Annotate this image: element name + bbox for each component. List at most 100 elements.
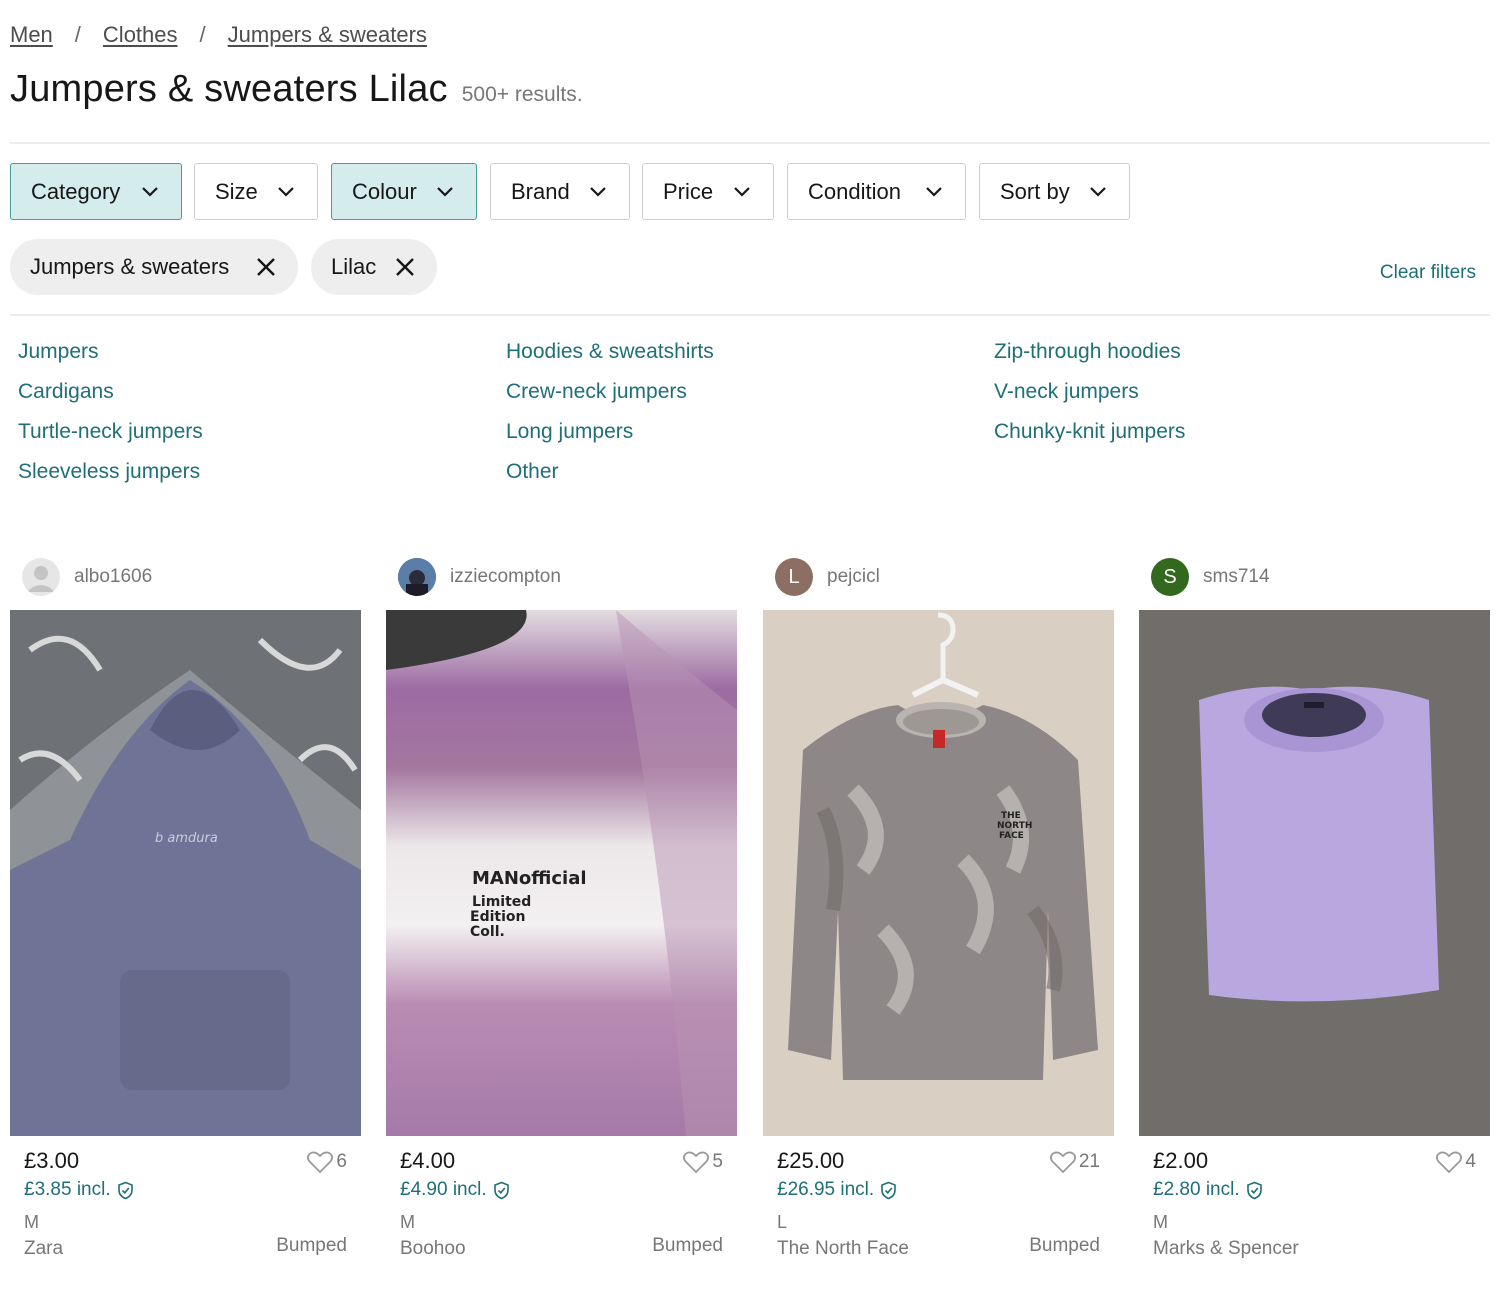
favourite-button[interactable]: 6 xyxy=(306,1150,347,1174)
filter-brand-button[interactable]: Brand xyxy=(490,163,630,220)
breadcrumb-separator: / xyxy=(199,22,206,47)
subcategory-link[interactable]: Long jumpers xyxy=(506,420,633,444)
item-size: M xyxy=(400,1212,415,1232)
filter-category-button[interactable]: Category xyxy=(10,163,182,220)
chevron-down-icon xyxy=(1090,187,1106,197)
results-count: 500+ results. xyxy=(461,83,583,106)
close-icon[interactable] xyxy=(393,255,417,279)
price-incl-protection[interactable]: £4.90 incl. xyxy=(400,1179,510,1201)
subcategory-link[interactable]: Crew-neck jumpers xyxy=(506,380,687,404)
seller-info[interactable]: izziecompton xyxy=(398,558,561,596)
print-text: Limited xyxy=(472,894,531,910)
avatar-letter: L xyxy=(788,565,800,588)
favourite-button[interactable]: 21 xyxy=(1049,1150,1100,1174)
seller-username: sms714 xyxy=(1203,566,1270,587)
lilac-jumper-photo xyxy=(1139,610,1490,1136)
close-icon[interactable] xyxy=(254,255,278,279)
item-price: £2.00 xyxy=(1153,1148,1209,1173)
svg-text:FACE: FACE xyxy=(999,831,1024,841)
likes-count: 5 xyxy=(712,1151,723,1172)
filter-label: Category xyxy=(31,178,121,204)
chip-jumpers-sweaters: Jumpers & sweaters xyxy=(10,239,298,295)
item-price: £3.00 xyxy=(24,1148,80,1173)
chip-label: Jumpers & sweaters xyxy=(30,254,230,279)
breadcrumb: Men / Clothes / Jumpers & sweaters xyxy=(10,22,427,48)
shield-check-icon xyxy=(1246,1181,1262,1199)
filter-label: Colour xyxy=(352,178,417,204)
item-photo[interactable]: THE NORTH FACE xyxy=(763,610,1114,1136)
sort-by-button[interactable]: Sort by xyxy=(979,163,1130,220)
filter-label: Condition xyxy=(808,178,901,204)
seller-username: izziecompton xyxy=(450,566,561,587)
price-incl-protection[interactable]: £26.95 incl. xyxy=(777,1179,897,1201)
filter-label: Sort by xyxy=(1000,178,1070,204)
seller-info[interactable]: L pejcicl xyxy=(775,558,880,596)
divider xyxy=(10,142,1490,144)
avatar xyxy=(398,558,436,596)
seller-info[interactable]: S sms714 xyxy=(1151,558,1270,596)
clear-filters-link[interactable]: Clear filters xyxy=(1380,262,1476,284)
page-title: Jumpers & sweaters Lilac xyxy=(10,68,448,110)
breadcrumb-clothes[interactable]: Clothes xyxy=(103,22,178,48)
subcategory-link[interactable]: Zip-through hoodies xyxy=(994,340,1181,364)
chevron-down-icon xyxy=(734,187,750,197)
filter-size-button[interactable]: Size xyxy=(194,163,318,220)
item-photo[interactable] xyxy=(1139,610,1490,1136)
subcategory-link[interactable]: Sleeveless jumpers xyxy=(18,460,200,484)
favourite-button[interactable]: 5 xyxy=(682,1150,723,1174)
avatar: L xyxy=(775,558,813,596)
price-incl-protection[interactable]: £3.85 incl. xyxy=(24,1179,134,1201)
chevron-down-icon xyxy=(278,187,294,197)
item-brand: Marks & Spencer xyxy=(1153,1238,1299,1259)
likes-count: 4 xyxy=(1465,1151,1476,1172)
chevron-down-icon xyxy=(926,187,942,197)
shield-check-icon xyxy=(493,1181,509,1199)
profile-photo-icon xyxy=(398,558,436,596)
item-price: £4.00 xyxy=(400,1148,456,1173)
subcategory-link[interactable]: Hoodies & sweatshirts xyxy=(506,340,714,364)
avatar xyxy=(22,558,60,596)
subcategory-link[interactable]: Chunky-knit jumpers xyxy=(994,420,1185,444)
breadcrumb-jumpers-sweaters[interactable]: Jumpers & sweaters xyxy=(228,22,427,48)
bumped-status: Bumped xyxy=(652,1235,723,1256)
seller-info[interactable]: albo1606 xyxy=(22,558,152,596)
breadcrumb-separator: / xyxy=(74,22,81,47)
bumped-status: Bumped xyxy=(276,1235,347,1256)
subcategory-link[interactable]: Turtle-neck jumpers xyxy=(18,420,203,444)
svg-text:THE: THE xyxy=(1001,811,1021,821)
north-face-sweater-photo: THE NORTH FACE xyxy=(763,610,1114,1136)
filter-condition-button[interactable]: Condition xyxy=(787,163,966,220)
item-price: £25.00 xyxy=(777,1148,845,1173)
item-size: M xyxy=(1153,1212,1168,1232)
item-brand: The North Face xyxy=(777,1238,909,1259)
chip-lilac: Lilac xyxy=(311,239,437,295)
print-text: Coll. xyxy=(470,924,505,940)
chevron-down-icon xyxy=(590,187,606,197)
filter-colour-button[interactable]: Colour xyxy=(331,163,477,220)
svg-text:NORTH: NORTH xyxy=(997,821,1032,831)
subcategory-link[interactable]: Jumpers xyxy=(18,340,99,364)
print-text: Edition xyxy=(470,909,525,925)
price-incl-label: £3.85 incl. xyxy=(24,1179,111,1200)
subcategory-link[interactable]: Cardigans xyxy=(18,380,114,404)
filter-label: Size xyxy=(215,178,258,204)
divider xyxy=(10,314,1490,316)
price-incl-protection[interactable]: £2.80 incl. xyxy=(1153,1179,1263,1201)
avatar-letter: S xyxy=(1163,565,1177,588)
filter-label: Price xyxy=(663,178,714,204)
item-brand: Boohoo xyxy=(400,1238,466,1259)
seller-username: pejcicl xyxy=(827,566,880,587)
subcategory-link[interactable]: V-neck jumpers xyxy=(994,380,1139,404)
item-photo[interactable]: MANofficial Limited Edition Coll. xyxy=(386,610,737,1136)
title-row: Jumpers & sweaters Lilac 500+ results. xyxy=(10,68,583,111)
favourite-button[interactable]: 4 xyxy=(1435,1150,1476,1174)
item-brand: Zara xyxy=(24,1238,64,1259)
item-photo[interactable]: b amdura xyxy=(10,610,361,1136)
hoodie-photo: b amdura xyxy=(10,610,361,1136)
filter-label: Brand xyxy=(511,178,570,204)
breadcrumb-men[interactable]: Men xyxy=(10,22,53,48)
heart-icon xyxy=(1049,1151,1076,1174)
subcategory-link[interactable]: Other xyxy=(506,460,559,484)
sweatshirt-photo: MANofficial Limited Edition Coll. xyxy=(386,610,737,1136)
filter-price-button[interactable]: Price xyxy=(642,163,774,220)
